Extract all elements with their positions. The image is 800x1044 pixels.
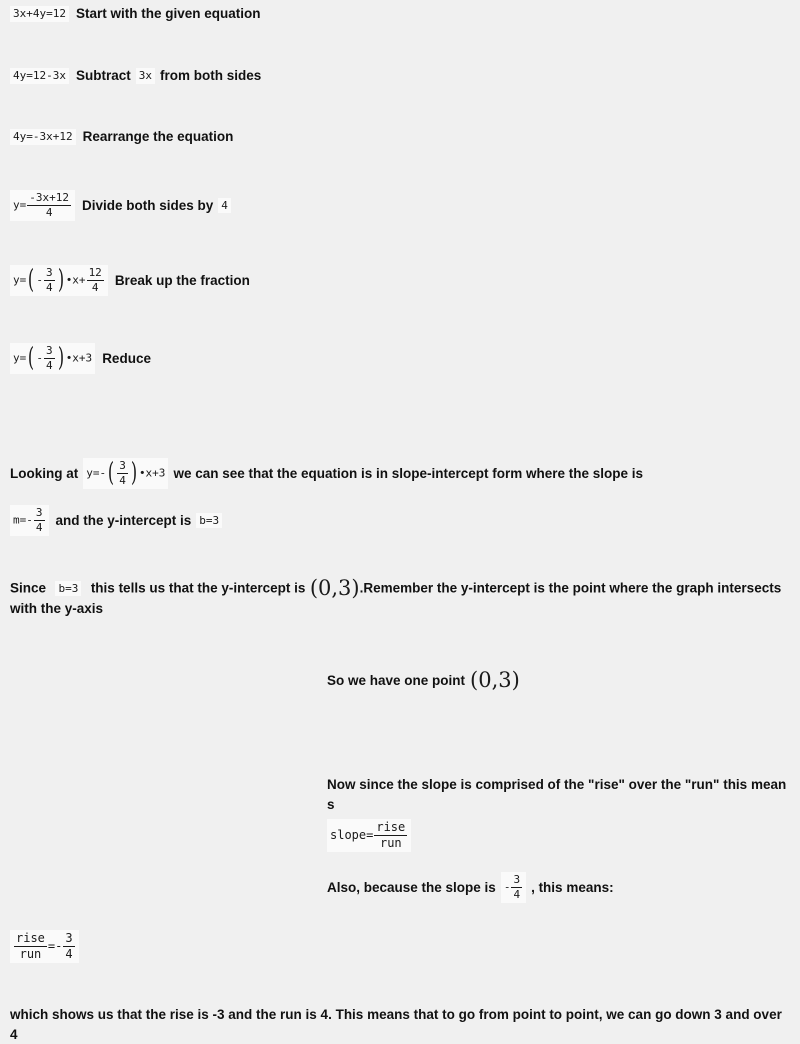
fraction-numerator: 3 [63,931,75,947]
left-paren: ( [108,458,115,489]
coordinate-point: (0,3) [309,576,360,600]
also-block-row: Also, because the slope is -34 , this me… [327,872,614,903]
fraction-constant: 12 4 [86,267,105,294]
fraction-denominator: 4 [35,520,43,534]
equation-mid: •x+ [65,273,86,287]
also-text-after: , this means: [531,879,614,895]
equation-step-1: 3x+4y=12 [10,6,69,22]
step-label-6: Reduce [102,350,151,366]
right-paren: ) [130,458,138,489]
one-point-text: So we have one point [327,672,466,688]
equation-lhs: y= [13,351,27,365]
inline-term-4: 4 [218,197,231,214]
fraction-denominator: 4 [65,946,73,961]
slope-lhs: m=- [13,513,33,527]
left-paren: ( [28,265,35,296]
fraction-sign: - [36,273,43,287]
equation-lhs: y=- [86,466,107,480]
equation-step-4: y= -3x+12 4 [10,190,75,221]
fraction-sign: - [503,880,511,894]
since-text-mid: this tells us that the y-intercept is [90,580,306,596]
slope-formula-lhs: slope= [330,828,374,843]
slope-value: m=- 3 4 [10,505,49,536]
rise-run-equation: rise run =- 3 4 [10,930,79,963]
fraction-numerator: 3 [511,873,523,888]
fraction-denominator: run [379,836,402,851]
step-row-3: 4y=-3x+12 Rearrange the equation [10,127,233,147]
also-slope-value: -34 [500,872,527,903]
equation-step-6: y=(-3 4) •x+3 [10,343,96,374]
fraction-denominator: 4 [45,280,53,294]
fraction-slope-value: 34 [33,507,46,534]
fraction-sign: - [36,351,43,365]
conclusion-paragraph: which shows us that the rise is -3 and t… [10,1007,782,1042]
equals-sign: =- [47,938,63,953]
fraction-rise-run: rise run [373,821,408,850]
fraction-numerator: -3x+12 [27,191,71,206]
ratio-row: rise run =- 3 4 [10,930,79,963]
step-row-4: y= -3x+12 4 Divide both sides by 4 [10,190,236,221]
equation-step-5: y=(-3 4) •x+ 12 4 [10,265,108,296]
fraction-denominator: 4 [91,280,99,294]
step-label-1: Start with the given equation [75,6,261,21]
slope-text-after: we can see that the equation is in slope… [173,465,644,481]
step-label-2-before: Subtract [75,68,131,83]
fraction-denominator: 4 [119,473,126,487]
equation-lhs: y= [13,198,27,212]
step-row-5: y=(-3 4) •x+ 12 4 Break up the fraction [10,265,250,296]
rise-run-text: Now since the slope is comprised of the … [327,777,787,812]
step-label-2-after: from both sides [160,68,262,83]
since-paragraph: Since b=3 this tells us that the y-inter… [10,578,790,619]
inline-term-3x: 3x [135,68,155,84]
equation-slope-intercept: y=-(3 4) •x+3 [83,458,169,489]
equation-step-2: 4y=12-3x [10,68,69,84]
fraction-slope: 34 [116,460,129,487]
slope-text-mid: and the y-intercept is [55,512,192,528]
fraction-numerator: 12 [86,266,104,281]
fraction-slope: 34 [43,345,56,372]
fraction-rise-run: rise run [13,932,48,961]
rise-run-block: Now since the slope is comprised of the … [327,775,787,853]
fraction-value: 34 [62,932,75,961]
step-row-1: 3x+4y=12 Start with the given equation [10,4,261,24]
since-intercept-value: b=3 [55,580,82,597]
fraction-numerator: 3 [117,459,128,474]
fraction-divide: -3x+12 4 [26,192,72,219]
fraction-numerator: 3 [33,506,45,521]
fraction-numerator: 3 [43,344,55,359]
coordinate-point: (0,3) [470,668,520,692]
step-row-2: 4y=12-3x Subtract 3x from both sides [10,66,261,86]
slope-form-line-1: Looking at y=-(3 4) •x+3 we can see that t… [10,458,643,489]
fraction-denominator: 4 [45,358,53,372]
left-paren: ( [28,343,35,374]
step-label-4-before: Divide both sides by [82,197,214,213]
fraction-numerator: rise [14,931,47,947]
right-paren: ) [57,265,64,296]
fraction-numerator: rise [374,820,408,837]
fraction-denominator: 4 [45,205,53,219]
step-label-5: Break up the fraction [114,272,250,288]
also-text-before: Also, because the slope is [327,879,496,895]
slope-form-line-2: m=- 3 4 and the y-intercept is b=3 [10,505,227,536]
equation-lhs: y= [13,273,27,287]
slope-formula: slope= rise run [327,819,412,853]
equation-step-3: 4y=-3x+12 [10,129,76,145]
slope-text-before: Looking at [10,465,79,481]
fraction-slope: 34 [43,267,56,294]
step-label-3: Rearrange the equation [82,129,234,144]
equation-mid: •x+3 [65,351,93,365]
fraction-numerator: 3 [43,266,55,281]
equation-tail: •x+3 [138,466,166,480]
since-word: Since [10,580,47,596]
fraction-slope: 34 [510,874,523,901]
y-intercept-value: b=3 [196,512,223,529]
step-row-6: y=(-3 4) •x+3 Reduce [10,343,151,374]
fraction-denominator: run [19,946,42,961]
one-point-row: So we have one point (0,3) [327,670,520,691]
right-paren: ) [57,343,64,374]
fraction-denominator: 4 [513,887,521,901]
